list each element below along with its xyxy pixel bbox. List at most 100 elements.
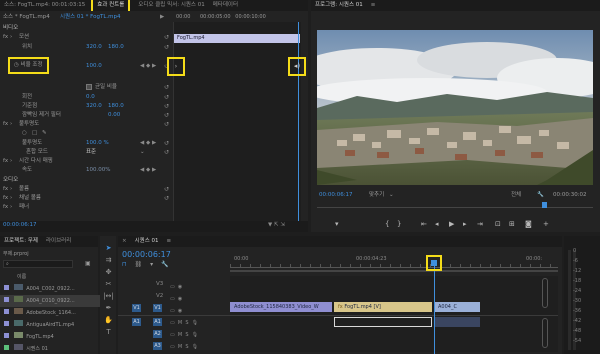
project-search-input[interactable]: ⌕ <box>3 260 73 268</box>
track-v3-label[interactable]: V3 <box>156 281 163 287</box>
timeline-v-scrollbar[interactable] <box>542 278 548 308</box>
slip-tool-icon[interactable]: |↔| <box>103 291 114 302</box>
play-icon[interactable]: ▶ <box>449 220 454 228</box>
ec-channel-volume-row[interactable]: fx › 채널 볼륨 ↺ <box>0 194 172 203</box>
opacity-reset-icon[interactable]: ↺ <box>164 120 169 129</box>
anchor-x-value[interactable]: 320.0 <box>86 102 102 111</box>
work-area-bar[interactable] <box>230 270 558 272</box>
type-tool-icon[interactable]: T <box>103 327 114 338</box>
step-forward-icon[interactable]: ▸ <box>463 220 467 228</box>
timeline-tool-icons[interactable]: ⊓ ⛓ ▾ 🔧 <box>122 261 169 268</box>
program-scrubber[interactable] <box>317 202 593 208</box>
track-select-tool-icon[interactable]: ⇉ <box>103 255 114 266</box>
close-icon[interactable]: × <box>118 236 131 247</box>
wrench-icon[interactable]: 🔧 <box>161 261 168 268</box>
anchor-y-value[interactable]: 180.0 <box>108 102 124 111</box>
tab-program[interactable]: 프로그램: 시퀀스 01 <box>311 0 367 11</box>
position-reset-icon[interactable]: ↺ <box>164 43 169 52</box>
timeline-v-scrollbar-audio[interactable] <box>542 318 548 348</box>
source-a1-patch[interactable]: A1 <box>132 318 141 326</box>
track-v2-controls[interactable]: ▭ ◉ <box>170 293 225 305</box>
ec-uniform-scale-row[interactable]: 균일 비율 ↺ <box>0 83 172 92</box>
mark-in-icon[interactable]: { <box>385 220 389 228</box>
list-item[interactable]: A004_C002_0922... <box>0 283 102 295</box>
track-a1-controls[interactable]: ▭ M S 🎙 <box>170 317 225 329</box>
ec-audio-speaker-icon[interactable]: ◂) <box>288 57 306 76</box>
rect-mask-icon[interactable]: □ <box>32 129 37 138</box>
audio-clip-fog[interactable] <box>334 317 432 327</box>
ec-time-remap-row[interactable]: fx › 시간 다시 매핑 <box>0 157 172 166</box>
track-lock-icons[interactable]: ▭ ◉ ▭ ◉ ▭ ◉ ▭ M S 🎙 ▭ M S 🎙 ▭ M S 🎙 <box>170 281 225 353</box>
project-name-header[interactable]: 이름 <box>3 273 98 280</box>
ec-position-row[interactable]: 위치 320.0 180.0 ↺ <box>0 43 172 52</box>
keyframe-nav-icon[interactable]: ◀ ◆ ▶ <box>140 62 156 71</box>
hand-tool-icon[interactable]: ✋ <box>103 315 114 326</box>
tab-project[interactable]: 프로젝트: 무제 <box>0 236 42 247</box>
track-a2-label[interactable]: A2 <box>153 330 162 338</box>
ec-rotation-row[interactable]: 회전 0.0 ↺ <box>0 93 172 102</box>
list-item[interactable]: FogTL.mp4 <box>0 331 102 343</box>
ec-collapse-arrow-icon[interactable]: › <box>167 57 185 76</box>
ec-flicker-row[interactable]: 깜빡임 제거 필터 0.00 ↺ <box>0 111 172 120</box>
track-v3-controls[interactable]: ▭ ◉ <box>170 281 225 293</box>
ec-clip-bar[interactable]: FogTL.mp4 <box>174 34 300 43</box>
track-a3-controls[interactable]: ▭ M S 🎙 <box>170 341 225 353</box>
settings-plus-icon[interactable]: + <box>543 220 549 228</box>
ec-anchor-row[interactable]: 기준점 320.0 180.0 ↺ <box>0 102 172 111</box>
track-a1-label[interactable]: A1 <box>153 318 162 326</box>
blend-dropdown[interactable]: 표준 <box>86 148 96 157</box>
list-item[interactable]: 시퀀스 01 <box>0 343 102 354</box>
opacity-value-reset-icon[interactable]: ↺ <box>164 139 169 148</box>
track-v1-label[interactable]: V1 <box>153 304 162 312</box>
pen-tool-icon[interactable]: ✒ <box>103 303 114 314</box>
timeline-ruler[interactable] <box>230 264 558 268</box>
wrench-icon[interactable]: 🔧 <box>537 191 544 200</box>
selection-tool-icon[interactable]: ➤ <box>103 243 114 254</box>
stopwatch-icon[interactable]: ◷ <box>14 62 19 68</box>
timeline-playhead[interactable] <box>434 260 435 354</box>
ec-panner-row[interactable]: fx › 패너 <box>0 203 172 212</box>
tab-metadata[interactable]: 메타데이터 <box>209 0 242 11</box>
tab-effect-controls[interactable]: 효과 컨트롤 <box>91 0 131 11</box>
audio-clip-a004[interactable] <box>434 317 480 327</box>
lift-icon[interactable]: ⊡ <box>495 220 501 228</box>
go-to-in-icon[interactable]: ⇤ <box>421 220 427 228</box>
ec-opacity-row[interactable]: fx › 불투명도 ↺ <box>0 120 172 129</box>
flicker-reset-icon[interactable]: ↺ <box>164 111 169 120</box>
blend-reset-icon[interactable]: ↺ <box>164 148 169 157</box>
opacity-keyframe-nav-icon[interactable]: ◀ ◆ ▶ <box>140 139 156 148</box>
program-menu-icon[interactable]: ≡ <box>367 0 380 11</box>
tab-sequence[interactable]: 시퀀스 01 <box>131 236 163 247</box>
snap-icon[interactable]: ⊓ <box>122 261 127 268</box>
uniform-scale-checkbox[interactable] <box>86 84 92 90</box>
fit-dropdown[interactable]: 맞추기 <box>369 191 384 200</box>
mark-out-icon[interactable]: } <box>397 220 401 228</box>
volume-reset-icon[interactable]: ↺ <box>164 185 169 194</box>
source-v1-patch[interactable]: V1 <box>132 304 141 312</box>
razor-tool-icon[interactable]: ✂ <box>103 279 114 290</box>
link-icon[interactable]: ⛓ <box>135 261 143 268</box>
fit-chevron-icon[interactable]: ⌄ <box>389 191 394 200</box>
new-bin-icon[interactable]: ▣ <box>85 260 91 267</box>
ec-volume-row[interactable]: fx › 볼륨 ↺ <box>0 185 172 194</box>
clip-fog-video[interactable]: fx FogTL.mp4 [V] <box>334 302 432 312</box>
ec-speed-row[interactable]: 속도 100.00% ◀ ◆ ▶ <box>0 166 172 175</box>
rotation-value[interactable]: 0.0 <box>86 93 95 102</box>
ec-blend-row[interactable]: 혼합 모드 표준 ⌄ ↺ <box>0 148 172 157</box>
ec-motion-row[interactable]: fx › 모션 ↺ <box>0 33 172 42</box>
uniform-reset-icon[interactable]: ↺ <box>164 83 169 92</box>
opacity-value[interactable]: 100.0 % <box>86 139 109 148</box>
flicker-value[interactable]: 0.00 <box>108 111 120 120</box>
list-item[interactable]: A004_C010_0922... <box>0 295 102 307</box>
rotation-reset-icon[interactable]: ↺ <box>164 93 169 102</box>
ec-filter-icons[interactable]: ▼ ⇱ ⇲ <box>268 221 285 230</box>
clip-a004[interactable]: A004_C <box>434 302 480 312</box>
extract-icon[interactable]: ⊞ <box>509 220 515 228</box>
play-audio-icon[interactable]: ▶ <box>160 13 164 22</box>
tab-library[interactable]: 라이브러리 <box>42 236 75 247</box>
speed-keyframe-nav-icon[interactable]: ◀ ◆ ▶ <box>140 166 156 175</box>
clip-adobe-stock[interactable]: AdobeStock_115840383_Video_W <box>230 302 332 312</box>
scale-value[interactable]: 100.0 <box>86 62 102 71</box>
channel-volume-reset-icon[interactable]: ↺ <box>164 194 169 203</box>
master-clip-selector[interactable]: 소스 * FogTL.mp4 <box>3 13 50 22</box>
